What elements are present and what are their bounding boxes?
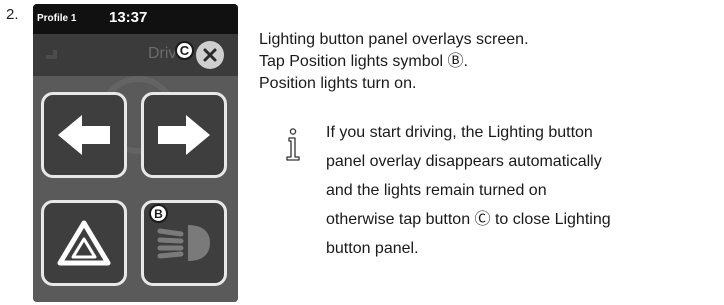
device-screen: Profile 1 13:37 Drive C B [33, 4, 238, 302]
close-icon [203, 48, 217, 62]
note-line: otherwise tap button Ⓒ to close Lighting [326, 211, 611, 228]
arrow-left-icon [58, 115, 110, 155]
hazard-triangle-icon [57, 220, 111, 266]
note-line: button panel. [326, 240, 419, 257]
callout-b: B [149, 204, 168, 223]
callout-c: C [175, 41, 194, 60]
note-line: and the lights remain turned on [326, 182, 547, 199]
arrow-right-icon [158, 115, 210, 155]
instruction-line: Lighting button panel overlays screen. [259, 31, 529, 48]
hazard-lights-button[interactable] [41, 200, 127, 286]
instruction-line: Tap Position lights symbol Ⓑ. [259, 53, 468, 70]
header-bar: Drive C [33, 34, 238, 76]
seat-icon [46, 50, 57, 59]
close-button[interactable] [196, 41, 224, 69]
profile-label: Profile 1 [37, 13, 77, 24]
status-bar: Profile 1 13:37 [33, 4, 238, 34]
left-indicator-button[interactable] [41, 92, 127, 178]
note-line: panel overlay disappears automatically [326, 153, 602, 170]
right-indicator-button[interactable] [141, 92, 227, 178]
info-icon [286, 128, 300, 161]
instruction-line: Position lights turn on. [259, 75, 417, 92]
clock: 13:37 [109, 9, 148, 26]
step-number: 2. [6, 6, 19, 23]
position-lights-icon [157, 225, 210, 261]
note-line: If you start driving, the Lighting butto… [326, 124, 593, 141]
